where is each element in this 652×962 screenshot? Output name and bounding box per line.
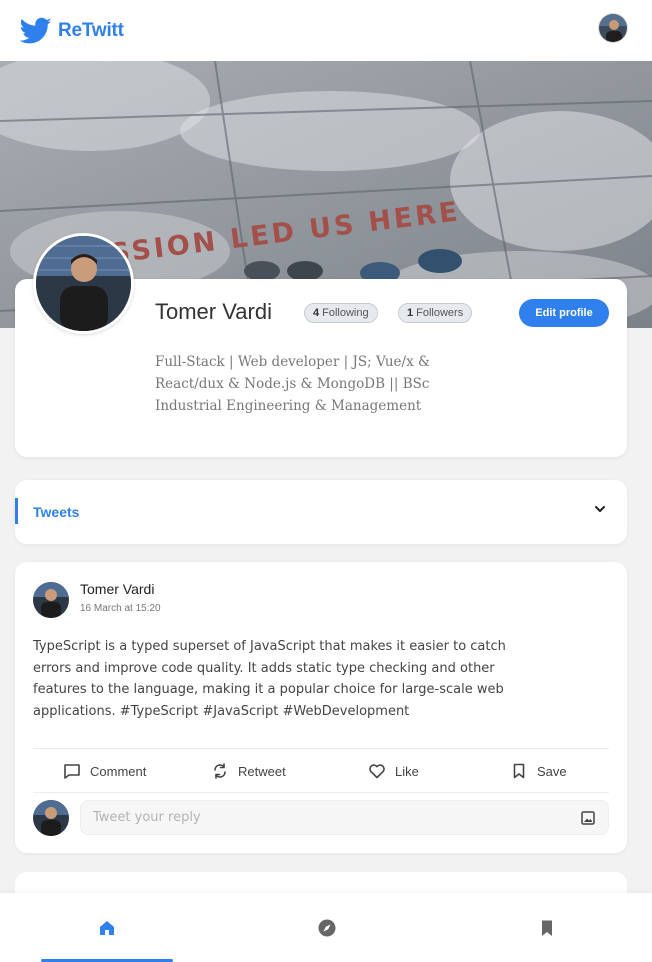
tab-active-indicator — [15, 498, 18, 524]
bookmark-icon — [513, 763, 525, 779]
like-button[interactable]: Like — [368, 760, 419, 782]
profile-name: Tomer Vardi — [155, 299, 272, 324]
tweet-author-avatar[interactable] — [33, 582, 69, 618]
bookmark-icon — [542, 920, 552, 936]
tabs-bar: Tweets — [15, 480, 627, 544]
home-icon — [100, 920, 114, 935]
nav-explore[interactable] — [261, 893, 393, 962]
followers-badge[interactable]: 1 Followers — [398, 303, 473, 323]
save-label: Save — [537, 763, 567, 779]
edit-profile-button[interactable]: Edit profile — [519, 299, 609, 327]
profile-bio: Full-Stack | Web developer | JS; Vue/x &… — [155, 354, 430, 414]
like-label: Like — [395, 763, 419, 779]
comment-button[interactable]: Comment — [63, 760, 146, 782]
reply-input[interactable] — [93, 810, 580, 825]
image-upload-icon[interactable] — [580, 810, 596, 826]
retweet-icon — [214, 763, 226, 779]
app-name: ReTwitt — [58, 19, 124, 41]
reply-avatar — [33, 800, 69, 836]
save-button[interactable]: Save — [510, 760, 567, 782]
nav-bookmarks[interactable] — [481, 893, 613, 962]
compass-icon — [318, 919, 336, 936]
avatar-image — [36, 236, 131, 331]
followers-label: Followers — [416, 307, 464, 319]
following-label: Following — [322, 307, 369, 319]
avatar-image — [599, 14, 627, 42]
user-avatar[interactable] — [598, 13, 628, 43]
heart-icon — [369, 764, 385, 779]
profile-avatar[interactable] — [33, 233, 134, 334]
tweet-card: Tomer Vardi 16 March at 15:20 TypeScript… — [15, 562, 627, 853]
reply-box — [80, 800, 609, 835]
tweet-author-name[interactable]: Tomer Vardi — [80, 581, 154, 597]
divider — [33, 792, 609, 793]
followers-count: 1 — [407, 307, 414, 319]
divider — [33, 748, 609, 749]
tweet-timestamp: 16 March at 15:20 — [80, 603, 161, 614]
bird-icon — [20, 17, 52, 43]
comment-icon — [64, 764, 80, 779]
brand[interactable]: ReTwitt — [20, 17, 124, 45]
chevron-down-icon[interactable] — [593, 502, 607, 516]
following-count: 4 — [313, 307, 320, 319]
tweet-text: TypeScript is a typed superset of JavaSc… — [33, 639, 506, 719]
tab-tweets[interactable]: Tweets — [33, 504, 79, 520]
nav-home[interactable] — [41, 893, 173, 962]
comment-label: Comment — [90, 763, 147, 779]
top-bar: ReTwitt — [0, 0, 652, 61]
avatar-image — [33, 582, 69, 618]
retweet-button[interactable]: Retweet — [211, 760, 286, 782]
bottom-nav — [0, 893, 652, 962]
avatar-image — [33, 800, 69, 836]
following-badge[interactable]: 4 Following — [304, 303, 378, 323]
retweet-label: Retweet — [238, 763, 286, 779]
